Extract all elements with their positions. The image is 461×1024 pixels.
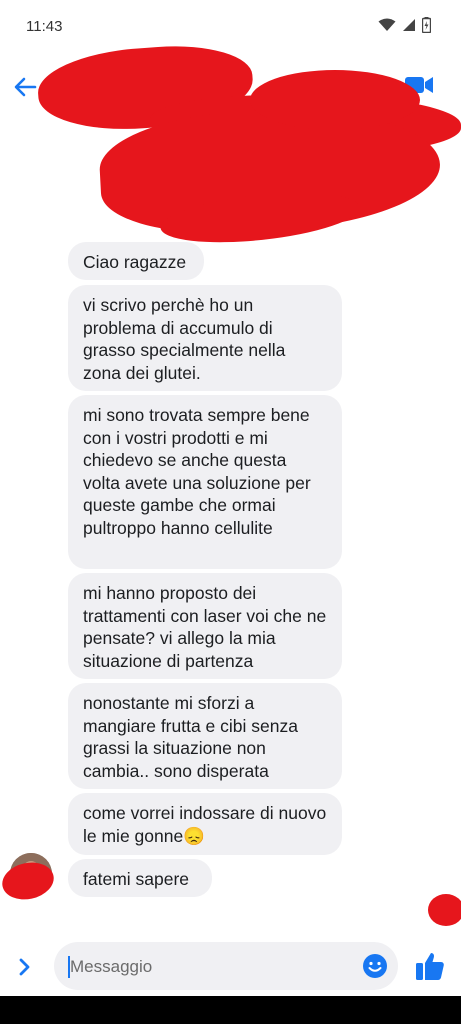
system-nav-bar <box>0 996 461 1024</box>
message-input-container <box>54 942 398 990</box>
status-time: 11:43 <box>26 18 63 35</box>
chevron-right-icon[interactable] <box>12 954 38 980</box>
smiley-icon[interactable] <box>362 953 388 979</box>
message-bubble[interactable]: come vorrei indossare di nuovo le mie go… <box>68 793 342 855</box>
message-bubble[interactable]: nonostante mi sforzi a mangiare frutta e… <box>68 683 342 789</box>
thumbs-up-icon[interactable] <box>414 950 446 982</box>
status-icons <box>378 17 431 33</box>
message-bubble[interactable]: vi scrivo perchè ho un problema di accum… <box>68 285 342 391</box>
message-bubble[interactable]: mi hanno proposto dei trattamenti con la… <box>68 573 342 679</box>
status-bar: 11:43 <box>0 0 461 52</box>
redaction-mark <box>428 894 461 926</box>
redaction-mark <box>250 70 420 130</box>
signal-icon <box>403 19 415 31</box>
message-input[interactable] <box>68 950 352 984</box>
message-bubble[interactable]: mi sono trovata sempre bene con i vostri… <box>68 395 342 569</box>
message-composer <box>0 936 461 996</box>
arrow-left-icon[interactable] <box>12 74 38 100</box>
wifi-icon <box>378 18 396 31</box>
message-bubble[interactable]: fatemi sapere <box>68 859 212 897</box>
message-bubble[interactable]: Ciao ragazze <box>68 242 204 280</box>
battery-icon <box>422 17 431 33</box>
